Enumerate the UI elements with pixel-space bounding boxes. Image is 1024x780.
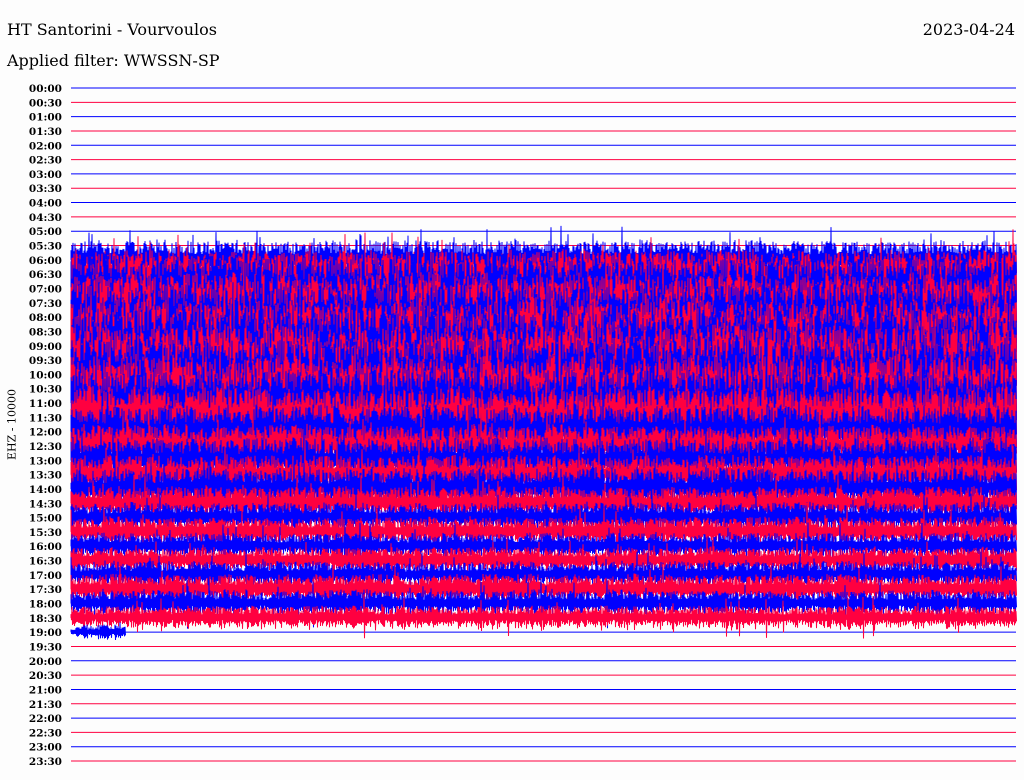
time-tick-label: 23:00 [29, 742, 62, 754]
time-tick-label: 12:00 [29, 427, 62, 439]
time-tick-label: 12:30 [29, 441, 62, 453]
time-tick-label: 00:00 [29, 83, 62, 95]
time-tick-label: 23:30 [29, 756, 62, 768]
time-tick-label: 21:30 [29, 699, 62, 711]
time-tick-label: 01:30 [29, 126, 62, 138]
time-tick-label: 14:00 [29, 484, 62, 496]
time-tick-label: 08:30 [29, 326, 62, 338]
time-tick-label: 19:00 [29, 627, 62, 639]
time-tick-label: 22:30 [29, 727, 62, 739]
time-tick-label: 14:30 [29, 498, 62, 510]
time-tick-label: 03:30 [29, 183, 62, 195]
time-tick-label: 02:00 [29, 140, 62, 152]
time-tick-label: 09:30 [29, 355, 62, 367]
time-tick-label: 20:00 [29, 656, 62, 668]
time-tick-label: 18:00 [29, 599, 62, 611]
time-tick-label: 00:30 [29, 97, 62, 109]
time-tick-label: 05:00 [29, 226, 62, 238]
time-tick-label: 02:30 [29, 155, 62, 167]
time-tick-label: 20:30 [29, 670, 62, 682]
time-tick-label: 06:30 [29, 269, 62, 281]
time-tick-label: 04:00 [29, 198, 62, 210]
time-tick-label: 07:30 [29, 298, 62, 310]
time-tick-label: 06:00 [29, 255, 62, 267]
time-tick-label: 18:30 [29, 613, 62, 625]
time-tick-label: 10:30 [29, 384, 62, 396]
time-tick-label: 16:30 [29, 556, 62, 568]
time-tick-label: 13:00 [29, 455, 62, 467]
time-tick-label: 17:30 [29, 584, 62, 596]
time-tick-label: 17:00 [29, 570, 62, 582]
time-tick-label: 13:30 [29, 470, 62, 482]
time-tick-label: 01:00 [29, 112, 62, 124]
time-tick-label: 16:00 [29, 541, 62, 553]
time-tick-label: 22:00 [29, 713, 62, 725]
helicorder-plot: 00:00 00:30 01:00 01:30 02:00 02:30 03:00 03:30… [29, 83, 1017, 768]
time-tick-label: 09:00 [29, 341, 62, 353]
time-tick-label: 11:00 [29, 398, 62, 410]
time-tick-label: 15:00 [29, 513, 62, 525]
time-tick-label: 21:00 [29, 684, 62, 696]
time-tick-label: 03:00 [29, 169, 62, 181]
time-tick-label: 11:30 [29, 412, 62, 424]
time-tick-label: 08:00 [29, 312, 62, 324]
time-tick-label: 07:00 [29, 283, 62, 295]
time-tick-label: 19:30 [29, 641, 62, 653]
time-tick-label: 05:30 [29, 241, 62, 253]
time-tick-label: 04:30 [29, 212, 62, 224]
time-tick-label: 10:00 [29, 369, 62, 381]
time-tick-label: 15:30 [29, 527, 62, 539]
